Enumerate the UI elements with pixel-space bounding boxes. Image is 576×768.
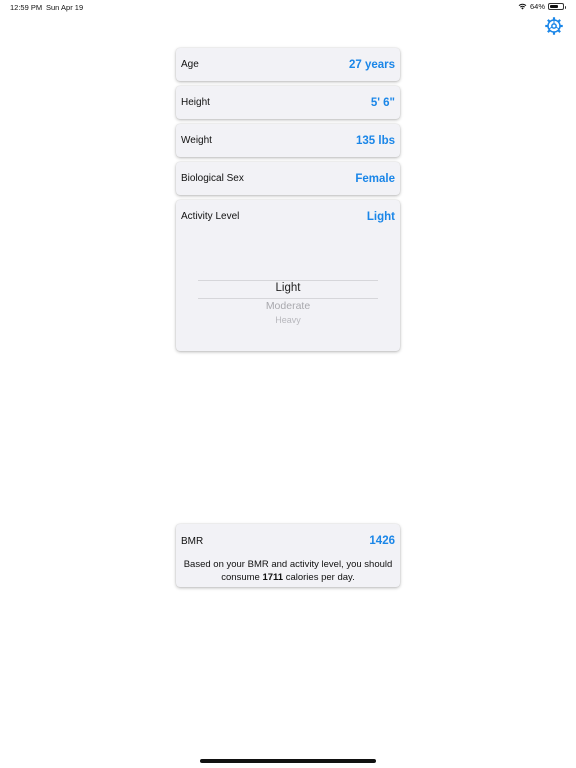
bmr-label: BMR <box>181 535 204 547</box>
sex-row[interactable]: Biological Sex Female <box>176 162 400 195</box>
age-label: Age <box>181 59 199 70</box>
height-label: Height <box>181 97 210 108</box>
activity-row[interactable]: Activity Level Light <box>176 200 400 233</box>
gear-icon[interactable] <box>544 16 564 36</box>
bmr-text-after: calories per day. <box>283 571 355 583</box>
activity-value: Light <box>366 210 395 223</box>
weight-label: Weight <box>181 135 212 146</box>
battery-icon <box>548 3 566 10</box>
wifi-icon <box>518 3 527 10</box>
home-indicator[interactable] <box>200 759 376 763</box>
picker-option-heavy[interactable]: Heavy <box>198 315 378 325</box>
activity-card: Activity Level Light Light Moderate Heav… <box>176 200 400 351</box>
activity-picker[interactable]: Light Moderate Heavy <box>198 280 378 330</box>
bmr-card: BMR 1426 Based on your BMR and activity … <box>176 524 400 587</box>
age-row[interactable]: Age 27 years <box>176 48 400 81</box>
battery-percent: 64% <box>529 2 545 11</box>
age-value: 27 years <box>348 58 395 71</box>
picker-option-moderate[interactable]: Moderate <box>198 300 378 312</box>
picker-option-light[interactable]: Light <box>198 282 378 294</box>
bmr-description: Based on your BMR and activity level, yo… <box>176 558 400 584</box>
weight-value: 135 lbs <box>356 134 395 147</box>
bmr-value: 1426 <box>369 535 395 547</box>
height-row[interactable]: Height 5' 6" <box>176 86 400 119</box>
sex-value: Female <box>355 172 395 185</box>
daily-calories: 1711 <box>262 571 284 583</box>
battery-fill <box>550 5 558 8</box>
activity-label: Activity Level <box>181 211 240 222</box>
status-bar: 12:59 PM Sun Apr 19 64% <box>0 0 576 14</box>
status-right: 64% <box>518 2 566 11</box>
height-value: 5' 6" <box>370 96 395 109</box>
weight-row[interactable]: Weight 135 lbs <box>176 124 400 157</box>
status-time: 12:59 PM <box>10 3 43 12</box>
picker-bottom-line <box>198 298 378 299</box>
picker-top-line <box>198 280 378 281</box>
sex-label: Biological Sex <box>181 173 244 184</box>
status-date: Sun Apr 19 <box>46 3 84 12</box>
